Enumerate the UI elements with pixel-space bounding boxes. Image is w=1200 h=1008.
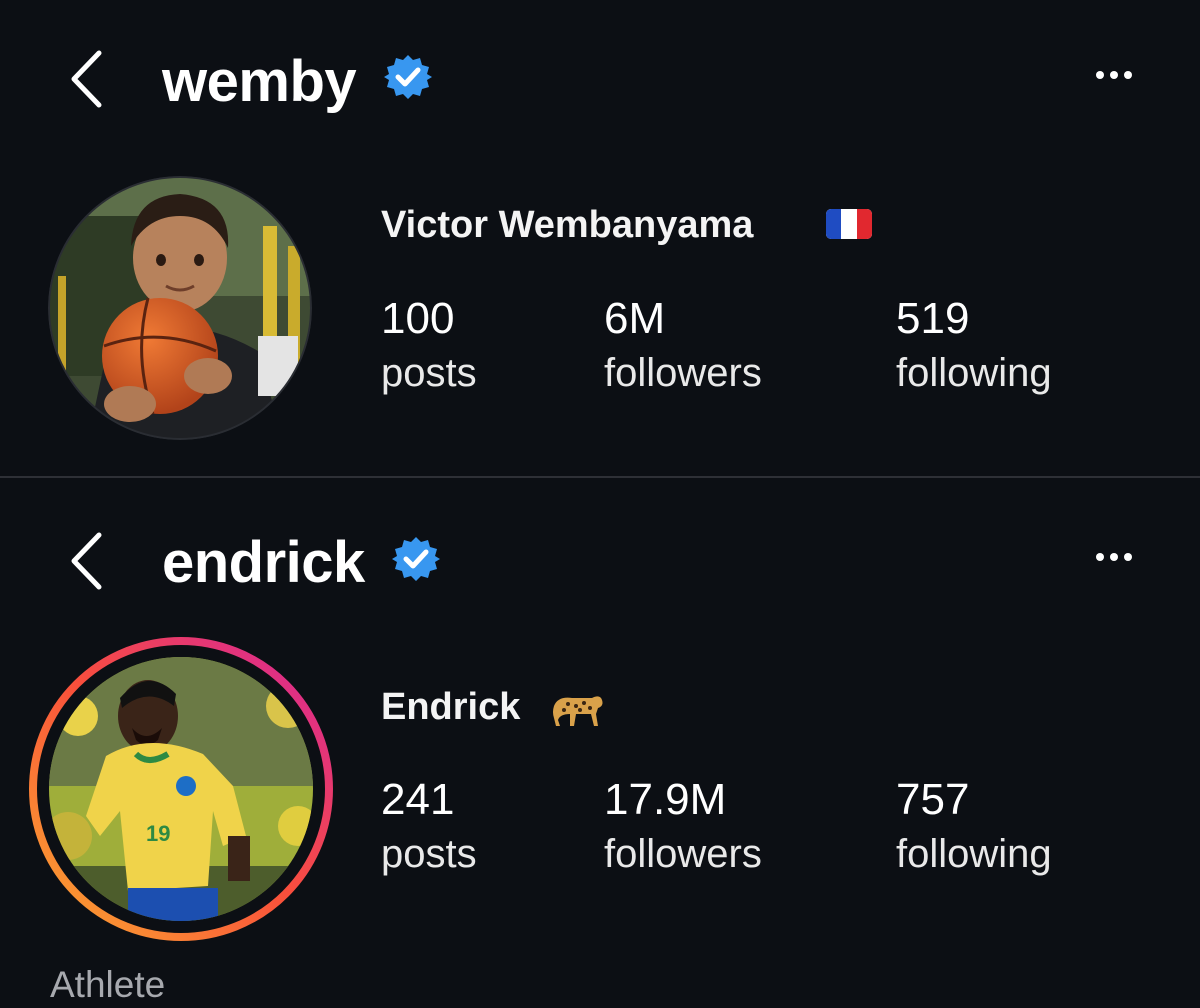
stat-value: 100 bbox=[381, 294, 455, 343]
username: endrick bbox=[162, 530, 365, 595]
profile-header-endrick: endrick 19 Endrick 241 posts 17.9M follo… bbox=[0, 478, 1200, 1008]
stat-label: following bbox=[896, 832, 1052, 876]
stat-following[interactable]: 757 following bbox=[896, 775, 1052, 876]
verified-badge-icon bbox=[392, 537, 440, 581]
more-options-button[interactable] bbox=[1084, 60, 1144, 90]
stat-label: posts bbox=[381, 351, 477, 395]
dot bbox=[1124, 553, 1132, 561]
more-options-button[interactable] bbox=[1084, 542, 1144, 572]
stat-followers[interactable]: 17.9M followers bbox=[604, 775, 762, 876]
display-name: Victor Wembanyama bbox=[381, 204, 754, 246]
stat-followers[interactable]: 6M followers bbox=[604, 294, 762, 395]
profile-header-wemby: wemby Victor Wembanyama 100 posts 6M fol… bbox=[0, 0, 1200, 476]
stat-following[interactable]: 519 following bbox=[896, 294, 1052, 395]
stat-label: following bbox=[896, 351, 1052, 395]
dot bbox=[1110, 71, 1118, 79]
avatar-photo bbox=[48, 176, 312, 440]
display-name: Endrick bbox=[381, 686, 521, 728]
chevron-left-icon bbox=[71, 50, 102, 108]
stat-label: followers bbox=[604, 832, 762, 876]
username: wemby bbox=[162, 49, 357, 114]
stat-value: 519 bbox=[896, 294, 970, 343]
story-ring: 19 bbox=[29, 637, 333, 941]
leopard-icon bbox=[553, 696, 603, 726]
stat-value: 757 bbox=[896, 775, 970, 824]
stat-label: followers bbox=[604, 351, 762, 395]
stat-value: 241 bbox=[381, 775, 455, 824]
stat-value: 17.9M bbox=[604, 775, 727, 824]
france-flag-icon bbox=[826, 209, 872, 239]
verified-badge-icon bbox=[384, 55, 432, 99]
stat-posts[interactable]: 100 posts bbox=[381, 294, 477, 395]
dot bbox=[1110, 553, 1118, 561]
profile-category: Athlete bbox=[50, 964, 166, 1005]
stat-value: 6M bbox=[604, 294, 666, 343]
back-button[interactable] bbox=[62, 48, 110, 110]
stat-posts[interactable]: 241 posts bbox=[381, 775, 477, 876]
profile-avatar-story[interactable]: 19 bbox=[28, 636, 334, 942]
svg-text:19: 19 bbox=[146, 821, 170, 846]
profile-avatar[interactable] bbox=[48, 176, 312, 440]
dot bbox=[1096, 553, 1104, 561]
chevron-left-icon bbox=[71, 532, 102, 590]
dot bbox=[1096, 71, 1104, 79]
dot bbox=[1124, 71, 1132, 79]
stat-label: posts bbox=[381, 832, 477, 876]
back-button[interactable] bbox=[62, 530, 110, 592]
